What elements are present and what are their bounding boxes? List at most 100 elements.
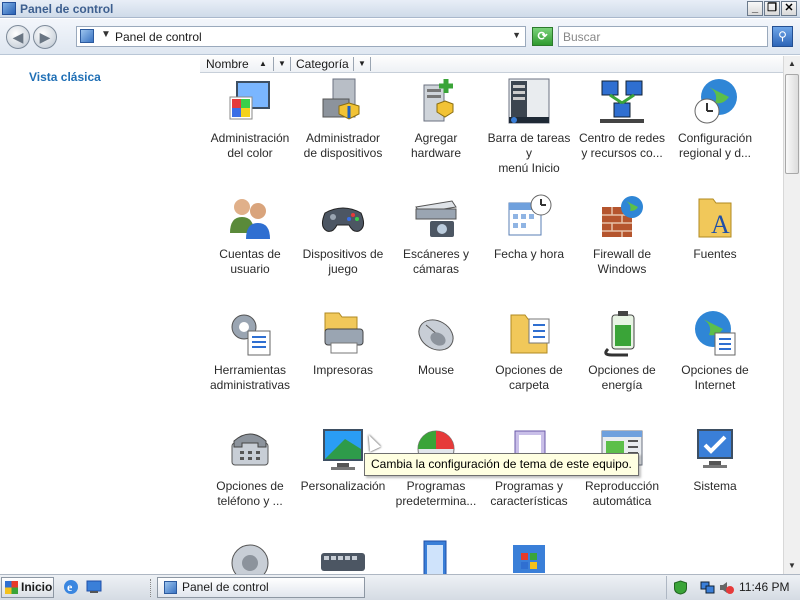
- admin-tools-icon: [226, 309, 274, 357]
- personalization-icon: [319, 425, 367, 473]
- back-button[interactable]: ◀: [6, 25, 30, 49]
- breadcrumb-arrow-icon[interactable]: ▼: [101, 29, 111, 40]
- item-label: Administración: [210, 131, 290, 145]
- column-name-dropdown-icon[interactable]: ▼: [276, 56, 288, 72]
- item-label: administrativas: [209, 378, 291, 392]
- item-label: Opciones de: [216, 479, 284, 493]
- item-label: Escáneres y: [402, 247, 470, 261]
- network-center-icon: [598, 77, 646, 125]
- keyboard-icon: [319, 539, 367, 574]
- folder-options-icon: [505, 309, 553, 357]
- title-bar[interactable]: Panel de control _ ❐ ✕: [0, 0, 800, 18]
- internet-options-icon: [691, 309, 739, 357]
- vertical-scrollbar[interactable]: ▲ ▼: [783, 56, 800, 574]
- item-label: características: [490, 494, 568, 508]
- regional-settings-icon: [691, 77, 739, 125]
- item-label: Configuración: [677, 131, 753, 145]
- color-management-icon: [226, 77, 274, 125]
- item-internet-options[interactable]: Opciones de Internet: [669, 309, 761, 393]
- task-button-control-panel[interactable]: Panel de control: [157, 577, 365, 598]
- network-icon[interactable]: [700, 580, 715, 595]
- power-options-icon: [598, 309, 646, 357]
- item-mouse[interactable]: Mouse: [390, 309, 482, 378]
- show-desktop-icon[interactable]: [86, 579, 102, 595]
- search-button[interactable]: ⚲: [772, 26, 793, 47]
- sound-icon: [226, 539, 274, 574]
- window-title: Panel de control: [20, 2, 114, 16]
- control-panel-window: Panel de control _ ❐ ✕ ◀ ▶ ▼ Panel de co…: [0, 0, 800, 574]
- item-label: Reproducción: [584, 479, 660, 493]
- column-divider: [290, 57, 291, 71]
- restore-button[interactable]: ❐: [764, 1, 780, 16]
- item-label: Sistema: [693, 479, 737, 493]
- internet-explorer-icon[interactable]: e: [63, 579, 79, 595]
- scroll-down-arrow-icon[interactable]: ▼: [784, 558, 800, 574]
- item-admin-tools[interactable]: Herramientas administrativas: [204, 309, 296, 393]
- start-button[interactable]: Inicio: [1, 577, 54, 598]
- add-hardware-icon: [412, 77, 460, 125]
- item-label: Mouse: [417, 363, 455, 377]
- item-date-time[interactable]: Fecha y hora: [483, 193, 575, 262]
- item-phone-modem[interactable]: Opciones de teléfono y ...: [204, 425, 296, 509]
- item-device-manager[interactable]: Administrador de dispositivos: [297, 77, 389, 161]
- item-game-controllers[interactable]: Dispositivos de juego: [297, 193, 389, 277]
- item-fonts[interactable]: A Fuentes: [669, 193, 761, 262]
- column-category-dropdown-icon[interactable]: ▼: [356, 56, 368, 72]
- security-shield-icon[interactable]: [673, 580, 688, 595]
- item-label: Programas y: [494, 479, 564, 493]
- column-name-header[interactable]: Nombre: [206, 56, 249, 72]
- item-network-center[interactable]: Centro de redes y recursos co...: [576, 77, 668, 161]
- item-printers[interactable]: Impresoras: [297, 309, 389, 378]
- item-add-hardware[interactable]: Agregar hardware: [390, 77, 482, 161]
- item-label: Administrador: [305, 131, 381, 145]
- classic-view-link[interactable]: Vista clásica: [29, 70, 101, 84]
- volume-muted-icon[interactable]: [719, 580, 734, 595]
- item-label: Programas: [406, 479, 466, 493]
- item-sound[interactable]: [204, 539, 296, 574]
- sort-ascending-icon[interactable]: ▲: [257, 56, 269, 72]
- item-color-management[interactable]: Administración del color: [204, 77, 296, 161]
- forward-button[interactable]: ▶: [33, 25, 57, 49]
- item-label: Windows: [597, 262, 647, 276]
- item-keyboard[interactable]: [297, 539, 389, 574]
- address-dropdown-icon[interactable]: ▼: [512, 30, 521, 40]
- item-tablet[interactable]: [390, 539, 482, 574]
- item-firewall[interactable]: Firewall de Windows: [576, 193, 668, 277]
- item-scanners-cameras[interactable]: Escáneres y cámaras: [390, 193, 482, 277]
- item-label: hardware: [410, 146, 462, 160]
- item-taskbar-start-menu[interactable]: Barra de tareas y menú Inicio: [483, 77, 575, 176]
- tablet-icon: [412, 539, 460, 574]
- control-panel-icon: [2, 2, 16, 15]
- scroll-thumb[interactable]: [785, 74, 799, 174]
- item-regional-settings[interactable]: Configuración regional y d...: [669, 77, 761, 161]
- item-system[interactable]: Sistema: [669, 425, 761, 494]
- minimize-button[interactable]: _: [747, 1, 763, 16]
- item-label: Opciones de: [681, 363, 749, 377]
- search-input[interactable]: Buscar: [558, 26, 768, 47]
- item-label: Herramientas: [213, 363, 287, 377]
- item-folder-options[interactable]: Opciones de carpeta: [483, 309, 575, 393]
- item-label: Opciones de: [495, 363, 563, 377]
- refresh-button[interactable]: ⟳: [532, 27, 553, 46]
- item-label: Personalización: [300, 479, 386, 493]
- user-accounts-icon: [226, 193, 274, 241]
- column-category-header[interactable]: Categoría: [296, 56, 349, 72]
- address-box[interactable]: ▼ Panel de control ▼: [76, 26, 526, 47]
- system-icon: [691, 425, 739, 473]
- sidebar: Vista clásica: [0, 56, 200, 574]
- item-label: Firewall de: [592, 247, 652, 261]
- item-label: Cuentas de: [219, 247, 281, 261]
- item-power-options[interactable]: Opciones de energía: [576, 309, 668, 393]
- close-button[interactable]: ✕: [781, 1, 797, 16]
- tooltip: Cambia la configuración de tema de este …: [364, 453, 639, 476]
- item-welcome-center[interactable]: [483, 539, 575, 574]
- fonts-icon: A: [691, 193, 739, 241]
- game-controllers-icon: [319, 193, 367, 241]
- clock[interactable]: 11:46 PM: [739, 580, 789, 594]
- scroll-up-arrow-icon[interactable]: ▲: [784, 56, 800, 72]
- item-label: regional y d...: [678, 146, 752, 160]
- firewall-icon: [598, 193, 646, 241]
- taskbar-grip[interactable]: [150, 579, 153, 597]
- item-label: Impresoras: [312, 363, 374, 377]
- item-user-accounts[interactable]: Cuentas de usuario: [204, 193, 296, 277]
